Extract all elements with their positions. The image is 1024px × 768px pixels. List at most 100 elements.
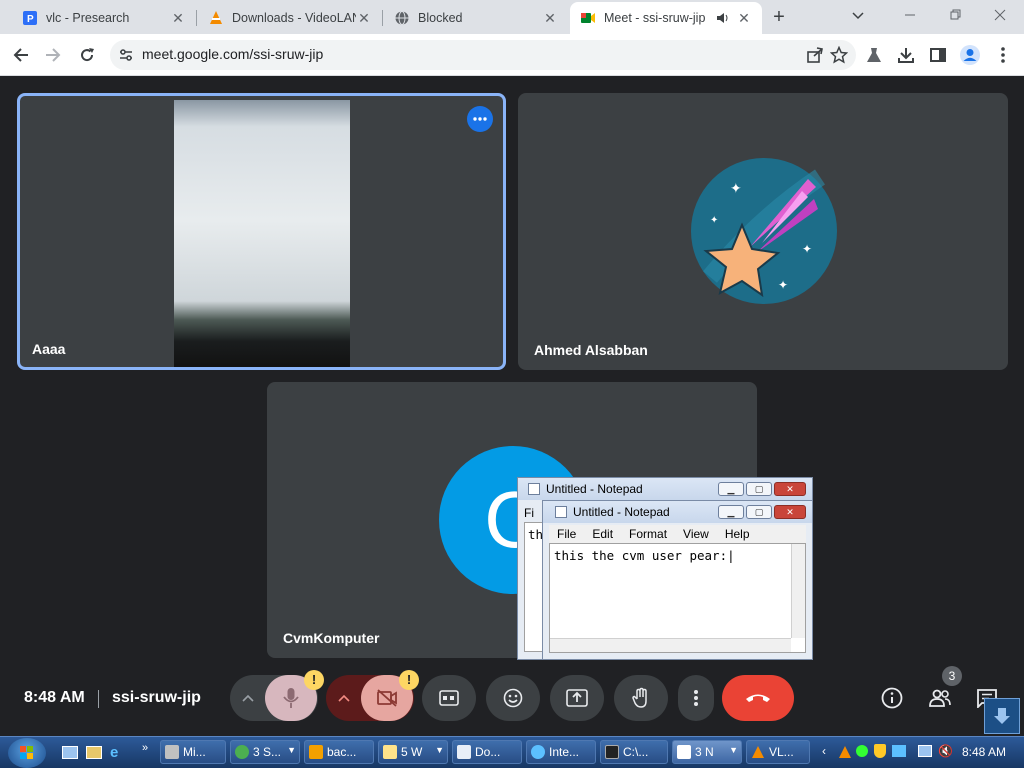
side-panel-icon[interactable] <box>925 42 951 68</box>
taskbar-item-3n[interactable]: 3 N ▼ <box>672 740 742 764</box>
notepad-close-button[interactable]: ✕ <box>774 505 806 519</box>
taskbar-clock: 8:48 AM <box>962 745 1007 759</box>
vertical-scrollbar[interactable] <box>791 544 805 638</box>
show-desktop-icon[interactable] <box>62 746 78 759</box>
close-tab-icon[interactable]: ✕ <box>736 10 752 26</box>
svg-text:✦: ✦ <box>802 242 812 256</box>
notepad-maximize-button[interactable]: ▢ <box>746 505 772 519</box>
participant-count-badge: 3 <box>942 666 962 686</box>
notepad-minimize-button[interactable]: ▁ <box>718 505 744 519</box>
share-icon[interactable] <box>802 42 828 68</box>
browser-menu-icon[interactable] <box>990 42 1016 68</box>
notepad-close-button[interactable]: ✕ <box>774 482 806 496</box>
meet-icon <box>580 10 596 26</box>
reload-icon[interactable] <box>74 42 100 68</box>
participant-options-icon[interactable] <box>467 106 493 132</box>
explorer-quicklaunch-icon[interactable] <box>86 746 102 759</box>
back-arrow-icon[interactable] <box>8 42 34 68</box>
taskbar-item-bac[interactable]: bac... <box>304 740 374 764</box>
meeting-clock: 8:48 AM <box>24 689 85 706</box>
participant-tile-ahmed[interactable]: ✦ ✦ ✦ ✦ Ahmed Alsabban <box>518 93 1008 370</box>
notepad-edit-area[interactable]: this the cvm user pear:| <box>549 543 806 653</box>
present-screen-icon <box>566 689 588 707</box>
group-arrow-icon: ▼ <box>435 745 444 755</box>
notepad-maximize-button[interactable]: ▢ <box>746 482 772 496</box>
info-icon <box>881 687 903 709</box>
more-options-button[interactable] <box>678 675 714 721</box>
tab-vlc-presearch[interactable]: P vlc - Presearch ✕ <box>12 2 196 34</box>
extensions-flask-icon[interactable] <box>861 42 887 68</box>
profile-avatar-icon[interactable] <box>957 42 983 68</box>
menu-help[interactable]: Help <box>717 525 758 543</box>
taskbar-item-vl[interactable]: VL... <box>746 740 810 764</box>
tray-volume-muted-icon[interactable]: 🔇 <box>938 744 953 758</box>
globe-icon <box>394 10 410 26</box>
svg-text:✦: ✦ <box>710 215 718 226</box>
tab-blocked[interactable]: Blocked ✕ <box>384 2 568 34</box>
audio-options-chevron-icon[interactable] <box>231 675 265 721</box>
app-icon <box>309 745 323 759</box>
shooting-star-avatar: ✦ ✦ ✦ ✦ <box>690 157 838 305</box>
raise-hand-button[interactable] <box>614 675 668 721</box>
taskbar-item-5w[interactable]: 5 W ▼ <box>378 740 448 764</box>
taskbar-item-inte[interactable]: Inte... <box>526 740 596 764</box>
participant-tile-aaaa[interactable]: Aaaa <box>17 93 506 370</box>
forward-arrow-icon[interactable] <box>40 42 66 68</box>
end-call-phone-icon <box>746 694 770 702</box>
download-arrow-overlay-icon[interactable] <box>984 698 1020 734</box>
close-tab-icon[interactable]: ✕ <box>170 10 186 26</box>
bookmark-star-icon[interactable] <box>826 42 852 68</box>
present-screen-button[interactable] <box>550 675 604 721</box>
captions-button[interactable] <box>422 675 476 721</box>
horizontal-scrollbar[interactable] <box>550 638 791 652</box>
leave-call-button[interactable] <box>722 675 794 721</box>
taskbar-item-do[interactable]: Do... <box>452 740 522 764</box>
restore-window-icon[interactable] <box>944 4 968 26</box>
menu-format[interactable]: Format <box>621 525 675 543</box>
site-settings-icon[interactable] <box>118 47 134 63</box>
taskbar-item-cmd[interactable]: C:\... <box>600 740 668 764</box>
app-icon <box>235 745 249 759</box>
taskbar-item-mi[interactable]: Mi... <box>160 740 226 764</box>
new-tab-button[interactable]: + <box>768 6 790 28</box>
participant-name: Aaaa <box>32 341 66 357</box>
taskbar-item-3s[interactable]: 3 S... ▼ <box>230 740 300 764</box>
menu-view[interactable]: View <box>675 525 717 543</box>
menu-edit[interactable]: Edit <box>584 525 621 543</box>
quicklaunch-overflow-icon[interactable]: » <box>142 742 148 754</box>
tray-shield-icon[interactable] <box>874 744 886 758</box>
notepad-icon <box>555 506 567 518</box>
tray-network-icon[interactable] <box>856 745 868 757</box>
app-icon <box>165 745 179 759</box>
close-tab-icon[interactable]: ✕ <box>356 10 372 26</box>
video-options-chevron-icon[interactable] <box>327 675 361 721</box>
speaker-audio-icon[interactable] <box>716 10 732 26</box>
tray-app-icon[interactable] <box>892 745 906 757</box>
download-icon[interactable] <box>893 42 919 68</box>
address-text[interactable]: meet.google.com/ssi-sruw-jip <box>142 46 323 62</box>
notepad-icon <box>528 483 540 495</box>
notepad-app-icon <box>677 745 691 759</box>
tray-vlc-icon[interactable] <box>838 745 852 759</box>
menu-file[interactable]: File <box>549 525 584 543</box>
notepad-window[interactable]: Untitled - Notepad ▁ ▢ ✕ File Edit Forma… <box>542 500 813 660</box>
reactions-button[interactable] <box>486 675 540 721</box>
meeting-details-button[interactable] <box>874 675 910 721</box>
bottom-divider <box>98 690 99 708</box>
mic-warning-badge: ! <box>304 670 324 690</box>
ie-quicklaunch-icon[interactable]: e <box>110 744 118 761</box>
tab-search-chevron-icon[interactable] <box>848 6 868 26</box>
group-arrow-icon: ▼ <box>729 745 738 755</box>
minimize-window-icon[interactable] <box>898 4 922 26</box>
tab-downloads-videolan[interactable]: Downloads - VideoLAN ✕ <box>198 2 382 34</box>
notepad-minimize-button[interactable]: ▁ <box>718 482 744 496</box>
start-orb-icon[interactable] <box>8 738 46 768</box>
tray-monitor-icon[interactable] <box>918 745 932 757</box>
notepad-menu-file[interactable]: Fi <box>524 506 534 520</box>
tray-expand-icon[interactable]: ‹ <box>822 744 826 758</box>
tab-divider <box>196 10 197 26</box>
tab-meet[interactable]: Meet - ssi-sruw-jip ✕ <box>570 2 762 34</box>
app-icon <box>383 745 397 759</box>
close-tab-icon[interactable]: ✕ <box>542 10 558 26</box>
close-window-icon[interactable] <box>988 4 1012 26</box>
